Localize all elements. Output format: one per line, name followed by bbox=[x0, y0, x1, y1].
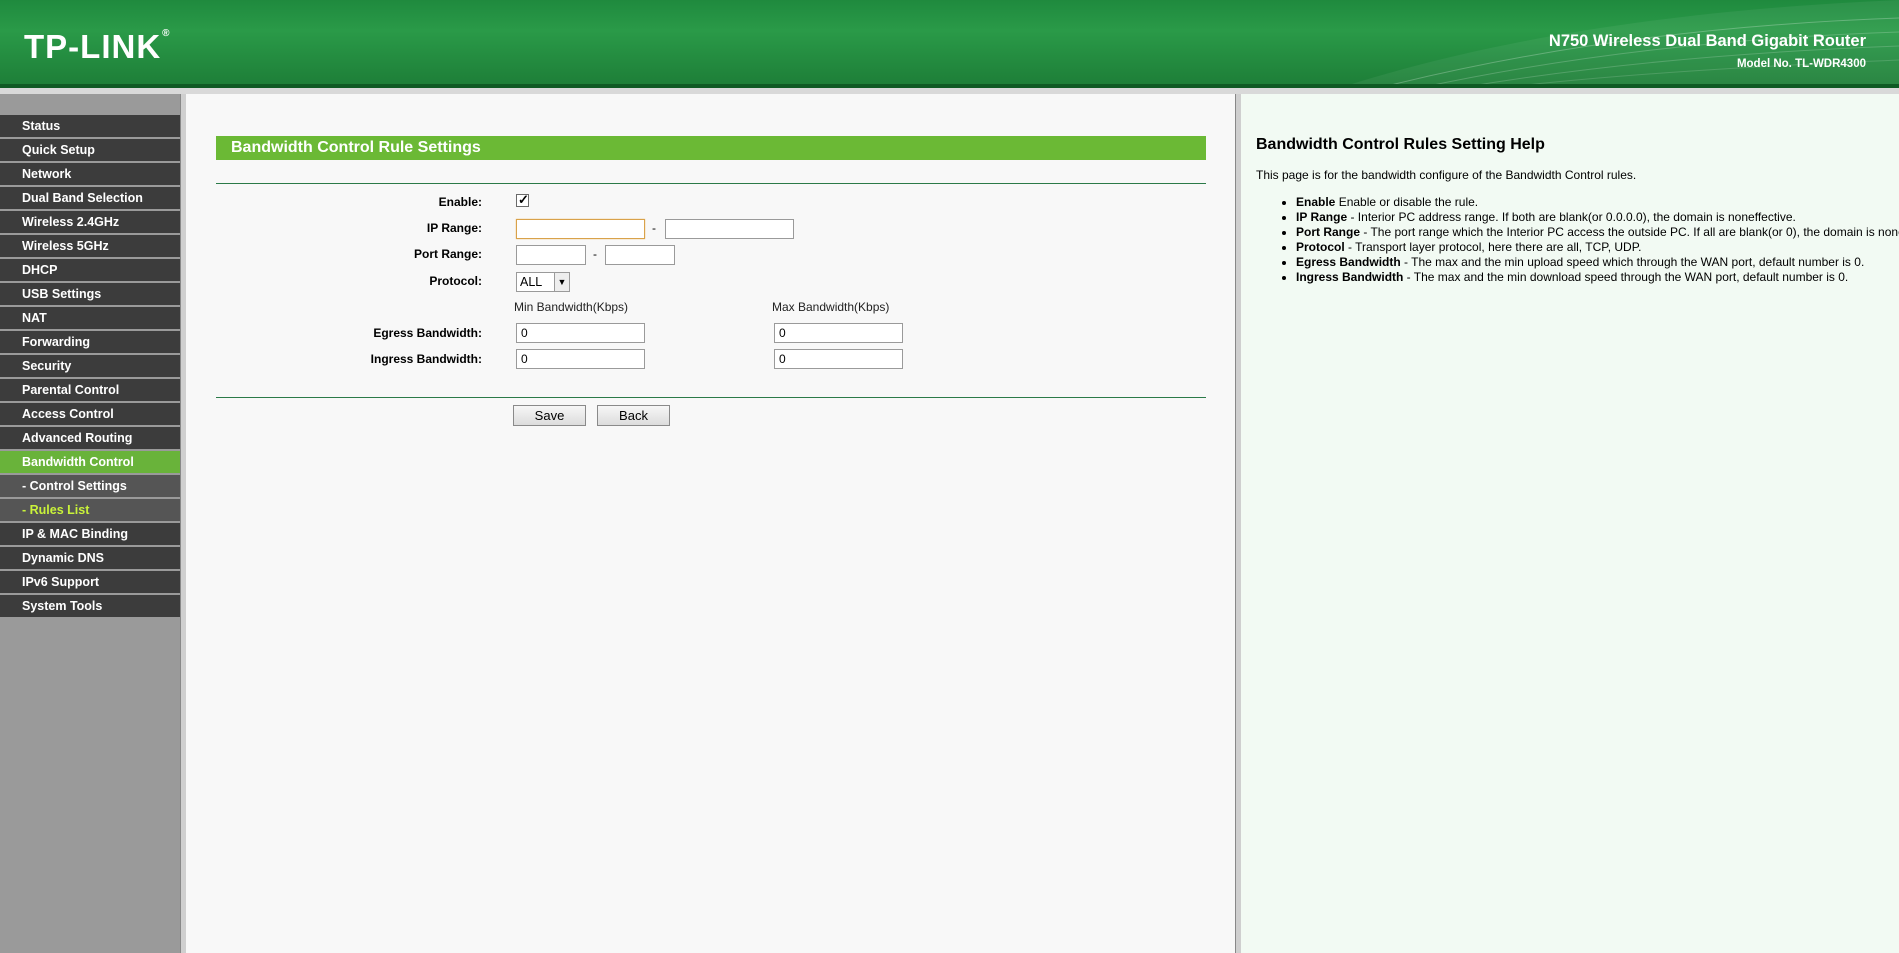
sidebar-item-wireless-5ghz[interactable]: Wireless 5GHz bbox=[0, 235, 180, 257]
main-content: Bandwidth Control Rule Settings Enable: … bbox=[186, 94, 1235, 953]
max-bandwidth-header: Max Bandwidth(Kbps) bbox=[772, 300, 890, 314]
registered-mark: ® bbox=[162, 28, 171, 39]
sidebar-item-forwarding[interactable]: Forwarding bbox=[0, 331, 180, 353]
help-item: IP Range - Interior PC address range. If… bbox=[1296, 210, 1899, 225]
help-item-text: - Transport layer protocol, here there a… bbox=[1344, 240, 1642, 254]
egress-min-input[interactable] bbox=[516, 323, 645, 343]
enable-label: Enable: bbox=[438, 195, 482, 209]
port-range-start-input[interactable] bbox=[516, 245, 586, 265]
help-item-term: Enable bbox=[1296, 195, 1336, 209]
ip-range-start-input[interactable] bbox=[516, 219, 645, 239]
checkmark-icon: ✓ bbox=[518, 192, 529, 207]
product-title: N750 Wireless Dual Band Gigabit Router bbox=[1548, 32, 1866, 50]
save-button[interactable]: Save bbox=[513, 405, 586, 426]
port-range-separator: - bbox=[593, 247, 597, 261]
sidebar-item-security[interactable]: Security bbox=[0, 355, 180, 377]
help-title: Bandwidth Control Rules Setting Help bbox=[1256, 136, 1545, 153]
protocol-selected-value: ALL bbox=[520, 275, 543, 289]
sidebar-item-quick-setup[interactable]: Quick Setup bbox=[0, 139, 180, 161]
help-item-text: - Interior PC address range. If both are… bbox=[1347, 210, 1796, 224]
back-button[interactable]: Back bbox=[597, 405, 670, 426]
bottom-divider-line bbox=[216, 397, 1206, 398]
sidebar-item-wireless-2-4ghz[interactable]: Wireless 2.4GHz bbox=[0, 211, 180, 233]
header-banner: TP-LINK® N750 Wireless Dual Band Gigabit… bbox=[0, 0, 1899, 88]
ip-range-end-input[interactable] bbox=[665, 219, 794, 239]
help-item: Egress Bandwidth - The max and the min u… bbox=[1296, 255, 1899, 270]
ip-range-separator: - bbox=[652, 221, 656, 235]
sidebar-item-rules-list[interactable]: - Rules List bbox=[0, 499, 180, 521]
help-item-text: - The port range which the Interior PC a… bbox=[1360, 225, 1899, 239]
ip-range-label: IP Range: bbox=[426, 221, 482, 235]
logo-text: TP-LINK bbox=[24, 28, 162, 65]
page-title: Bandwidth Control Rule Settings bbox=[216, 136, 1206, 160]
port-range-end-input[interactable] bbox=[605, 245, 675, 265]
help-item: Protocol - Transport layer protocol, her… bbox=[1296, 240, 1899, 255]
sidebar-item-ip-mac-binding[interactable]: IP & MAC Binding bbox=[0, 523, 180, 545]
min-bandwidth-header: Min Bandwidth(Kbps) bbox=[514, 300, 629, 314]
protocol-label: Protocol: bbox=[429, 274, 482, 288]
port-range-label: Port Range: bbox=[413, 247, 482, 261]
egress-max-input[interactable] bbox=[774, 323, 903, 343]
sidebar: Status Quick Setup Network Dual Band Select… bbox=[0, 94, 180, 953]
help-item-text: - The max and the min upload speed which… bbox=[1400, 255, 1865, 269]
help-item-term: IP Range bbox=[1296, 210, 1348, 224]
chevron-down-icon[interactable]: ▼ bbox=[554, 273, 569, 291]
help-panel: Bandwidth Control Rules Setting Help Thi… bbox=[1241, 94, 1899, 953]
top-divider-line bbox=[216, 183, 1206, 184]
help-item: Ingress Bandwidth - The max and the min … bbox=[1296, 270, 1899, 285]
sidebar-item-nat[interactable]: NAT bbox=[0, 307, 180, 329]
sidebar-item-access-control[interactable]: Access Control bbox=[0, 403, 180, 425]
help-item-text: Enable or disable the rule. bbox=[1335, 195, 1479, 209]
sidebar-item-advanced-routing[interactable]: Advanced Routing bbox=[0, 427, 180, 449]
sidebar-item-status[interactable]: Status bbox=[0, 115, 180, 137]
help-item-term: Egress Bandwidth bbox=[1296, 255, 1401, 269]
help-list: Enable Enable or disable the rule.IP Ran… bbox=[1256, 195, 1899, 285]
ingress-min-input[interactable] bbox=[516, 349, 645, 369]
sidebar-item-usb-settings[interactable]: USB Settings bbox=[0, 283, 180, 305]
sidebar-item-dhcp[interactable]: DHCP bbox=[0, 259, 180, 281]
sidebar-item-network[interactable]: Network bbox=[0, 163, 180, 185]
help-item-text: - The max and the min download speed thr… bbox=[1403, 270, 1849, 284]
sidebar-item-ipv6-support[interactable]: IPv6 Support bbox=[0, 571, 180, 593]
egress-bandwidth-label: Egress Bandwidth: bbox=[373, 326, 482, 340]
ingress-max-input[interactable] bbox=[774, 349, 903, 369]
help-item-term: Protocol bbox=[1296, 240, 1345, 254]
sidebar-item-dual-band-selection[interactable]: Dual Band Selection bbox=[0, 187, 180, 209]
enable-checkbox[interactable]: ✓ bbox=[516, 192, 529, 207]
sidebar-menu: Status Quick Setup Network Dual Band Select… bbox=[0, 115, 180, 619]
sidebar-item-system-tools[interactable]: System Tools bbox=[0, 595, 180, 617]
help-item: Enable Enable or disable the rule. bbox=[1296, 195, 1899, 210]
ingress-bandwidth-label: Ingress Bandwidth: bbox=[370, 352, 482, 366]
tp-link-logo: TP-LINK® bbox=[24, 28, 171, 66]
help-item-term: Ingress Bandwidth bbox=[1296, 270, 1404, 284]
sidebar-item-bandwidth-control[interactable]: Bandwidth Control bbox=[0, 451, 180, 473]
help-item: Port Range - The port range which the In… bbox=[1296, 225, 1899, 240]
sidebar-item-dynamic-dns[interactable]: Dynamic DNS bbox=[0, 547, 180, 569]
help-item-term: Port Range bbox=[1296, 225, 1361, 239]
sidebar-item-control-settings[interactable]: - Control Settings bbox=[0, 475, 180, 497]
model-number: Model No. TL-WDR4300 bbox=[1736, 58, 1866, 70]
help-intro: This page is for the bandwidth configure… bbox=[1256, 168, 1637, 182]
protocol-select[interactable]: ALL ▼ bbox=[516, 272, 570, 292]
sidebar-item-parental-control[interactable]: Parental Control bbox=[0, 379, 180, 401]
